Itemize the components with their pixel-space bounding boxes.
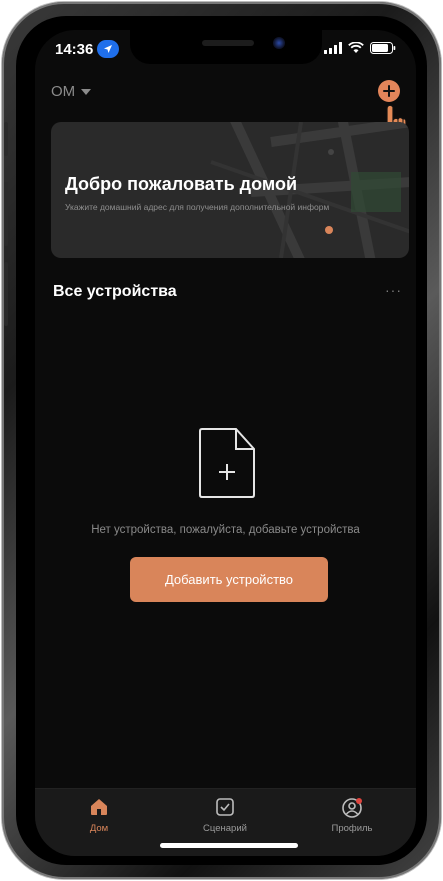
tab-home[interactable]: Дом: [54, 797, 144, 834]
welcome-subtitle: Укажите домашний адрес для получения доп…: [65, 202, 330, 212]
chevron-down-icon: [81, 88, 92, 95]
checkbox-icon: [216, 798, 234, 816]
tab-scenario-label: Сценарий: [203, 823, 247, 834]
location-icon: [97, 40, 120, 58]
empty-state-message: Нет устройства, пожалуйста, добавьте уст…: [91, 524, 360, 536]
battery-icon: [370, 42, 396, 54]
status-bar-indicators: [324, 42, 396, 54]
tab-profile-label: Профиль: [331, 823, 373, 834]
speaker-grille: [202, 40, 254, 46]
plus-icon: [383, 85, 395, 97]
home-name: OM: [51, 83, 76, 100]
profile-icon: [342, 798, 362, 818]
status-bar-time: 14:36: [55, 40, 120, 58]
add-device-primary-button[interactable]: Добавить устройство: [130, 557, 328, 602]
add-document-icon: [198, 427, 256, 504]
wifi-icon: [348, 42, 364, 53]
camera-icon: [273, 37, 285, 49]
add-device-button[interactable]: [378, 80, 400, 102]
volume-up-button: [4, 182, 8, 246]
welcome-title: Добро пожаловать домой: [65, 174, 298, 194]
all-devices-title: Все устройства: [53, 283, 177, 300]
tab-scenario[interactable]: Сценарий: [180, 797, 270, 834]
notch: [130, 30, 322, 64]
volume-down-button: [4, 262, 8, 326]
welcome-card[interactable]: Добро пожаловать домой Укажите домашний …: [51, 122, 409, 258]
more-options-button[interactable]: ···: [385, 282, 402, 298]
tab-home-label: Дом: [89, 823, 109, 834]
silent-switch: [4, 122, 8, 156]
signal-icon: [324, 42, 342, 54]
app-screen: 14:36 OM Добро пожаловать домой Укажите …: [35, 30, 416, 856]
home-icon: [91, 799, 107, 815]
tab-profile[interactable]: Профиль: [307, 797, 397, 834]
time-label: 14:36: [55, 40, 94, 58]
home-indicator[interactable]: [160, 843, 298, 848]
home-selector[interactable]: OM: [51, 83, 92, 100]
